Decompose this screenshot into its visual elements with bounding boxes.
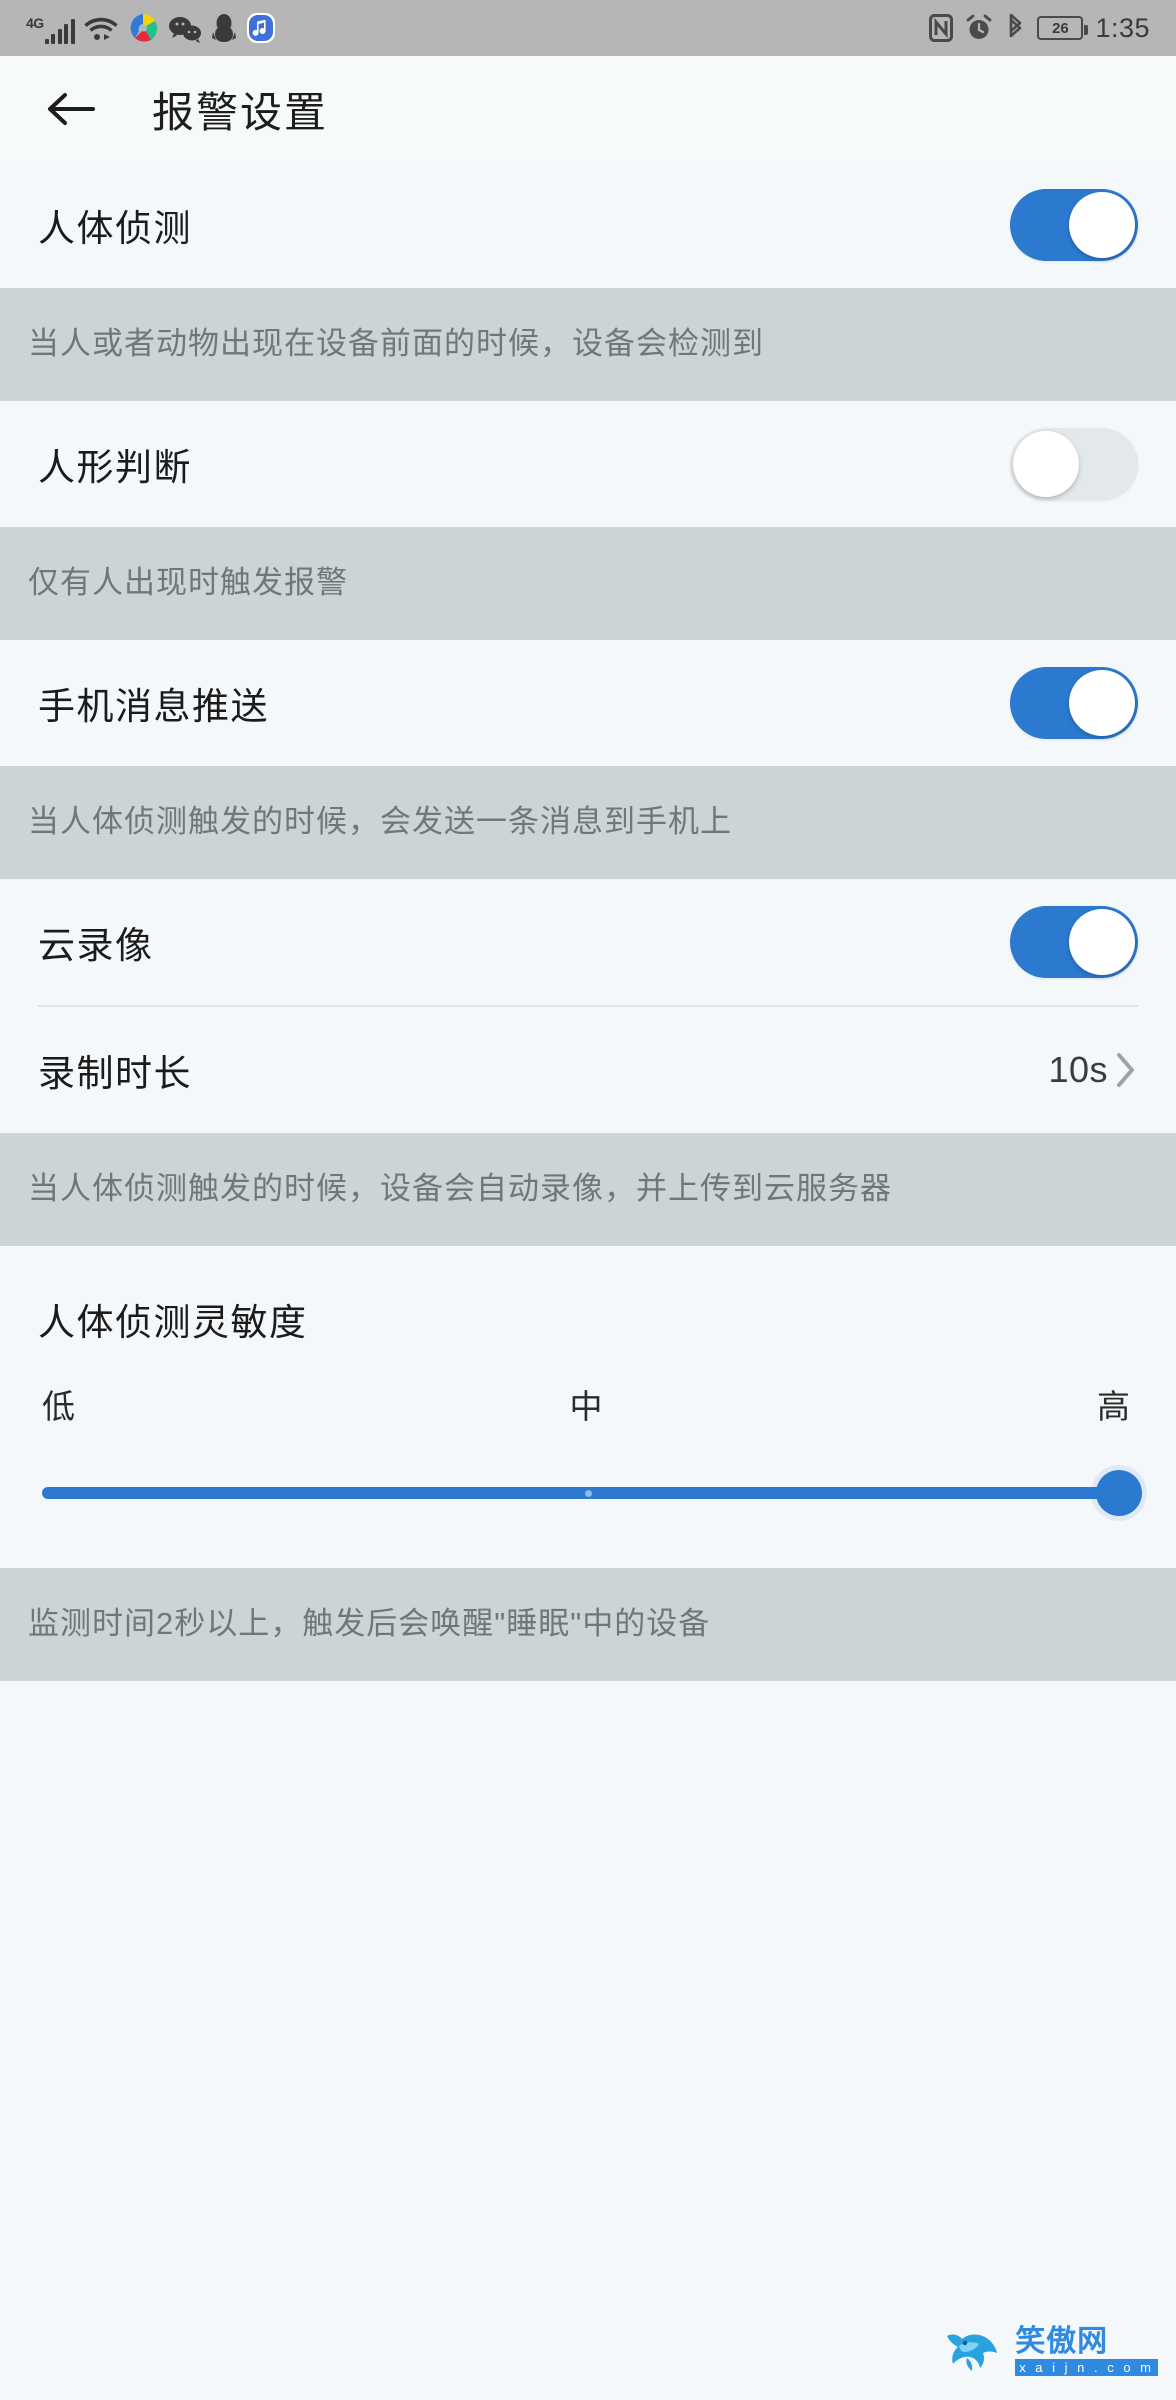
sensitivity-slider[interactable]	[38, 1469, 1142, 1516]
back-button[interactable]	[42, 80, 100, 138]
cloud-recording-group: 云录像 录制时长 10s	[0, 878, 1176, 1133]
clock-label: 1:35	[1095, 12, 1150, 43]
sensitivity-title: 人体侦测灵敏度	[38, 1301, 308, 1343]
app-bar: 报警设置	[0, 56, 1176, 162]
qq-penguin-icon	[211, 12, 237, 44]
description-sensitivity: 监测时间2秒以上，触发后会唤醒"睡眠"中的设备	[0, 1567, 1176, 1681]
human-detection-toggle[interactable]	[1010, 189, 1138, 261]
alarm-clock-icon	[965, 14, 993, 42]
bluetooth-icon	[1005, 13, 1025, 43]
battery-icon: 26	[1037, 16, 1089, 40]
setting-label: 人体侦测	[38, 208, 192, 249]
description-cloud-recording: 当人体侦测触发的时候，设备会自动录像，并上传到云服务器	[0, 1132, 1176, 1246]
wechat-icon	[168, 14, 202, 44]
setting-label: 云录像	[38, 924, 154, 966]
music-app-icon	[246, 12, 276, 44]
battery-level-label: 26	[1052, 19, 1069, 37]
status-bar-left-icons: 4G	[26, 12, 276, 44]
watermark-brand: 笑傲网	[1015, 2324, 1109, 2358]
nfc-icon	[929, 14, 954, 42]
scale-label-high: 高	[1097, 1387, 1130, 1425]
setting-row-recording-duration[interactable]: 录制时长 10s	[0, 1006, 1176, 1133]
scale-label-mid: 中	[569, 1387, 603, 1425]
slider-tick-mid	[585, 1489, 592, 1497]
page-title: 报警设置	[152, 88, 329, 136]
setting-row-human-detection[interactable]: 人体侦测	[0, 162, 1176, 288]
chevron-right-icon	[1112, 1050, 1138, 1090]
setting-row-push-notification[interactable]: 手机消息推送	[0, 639, 1176, 766]
slider-thumb[interactable]	[1096, 1469, 1142, 1516]
phone-screen: 4G 26 1:35 报警设置 人体侦测 当人或者动物出现在设备前面的时候，设备…	[0, 0, 1176, 2400]
setting-row-cloud-recording[interactable]: 云录像	[0, 878, 1176, 1005]
setting-row-human-shape[interactable]: 人形判断	[0, 400, 1176, 527]
push-notification-toggle[interactable]	[1010, 666, 1138, 739]
setting-label: 录制时长	[38, 1052, 192, 1094]
description-human-detection: 当人或者动物出现在设备前面的时候，设备会检测到	[0, 288, 1176, 401]
shark-logo-icon	[941, 2322, 1009, 2380]
recording-duration-value: 10s	[1048, 1048, 1108, 1090]
watermark-url: x a i j n . c o m	[1015, 2359, 1158, 2377]
status-bar: 4G 26 1:35	[0, 0, 1176, 56]
setting-label: 手机消息推送	[38, 685, 269, 727]
setting-label: 人形判断	[38, 446, 192, 488]
description-push-notification: 当人体侦测触发的时候，会发送一条消息到手机上	[0, 765, 1176, 879]
signal-bars-icon: 4G	[26, 16, 75, 44]
wifi-icon	[84, 14, 118, 44]
status-bar-right-icons: 26 1:35	[929, 13, 1150, 44]
scale-label-low: 低	[42, 1387, 75, 1425]
human-shape-toggle[interactable]	[1010, 427, 1138, 500]
sensitivity-scale-labels: 低 中 高	[38, 1380, 1138, 1428]
empty-area	[0, 1680, 1176, 2400]
description-human-shape: 仅有人出现时触发报警	[0, 526, 1176, 640]
cloud-recording-toggle[interactable]	[1010, 905, 1138, 978]
sensitivity-section: 人体侦测灵敏度 低 中 高	[0, 1245, 1176, 1568]
watermark: 笑傲网 x a i j n . c o m	[941, 2322, 1158, 2380]
colorful-app-icon	[127, 12, 159, 44]
network-type-label: 4G	[26, 15, 44, 31]
